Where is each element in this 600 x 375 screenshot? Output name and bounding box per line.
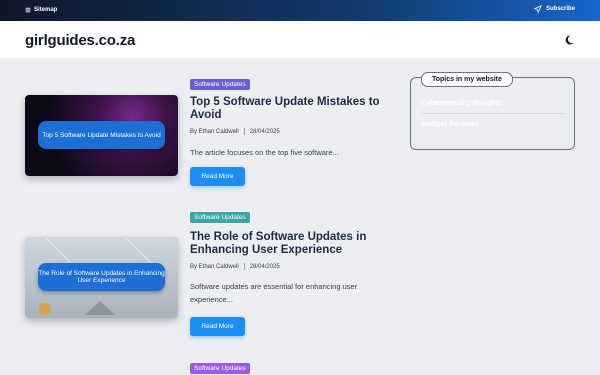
read-more-button[interactable]: Read More (190, 317, 245, 336)
divider (421, 113, 564, 114)
post-meta: By Ethan Caldwell 28/04/2025 (190, 263, 280, 270)
post-author: By Ethan Caldwell (190, 263, 239, 270)
meta-divider (243, 128, 245, 135)
topic-link[interactable]: Gadget Reviews (421, 119, 479, 128)
moon-icon[interactable] (563, 34, 575, 46)
post-title[interactable]: The Role of Software Updates in Enhancin… (190, 231, 380, 257)
thumbnail-caption: The Role of Software Updates in Enhancin… (38, 263, 165, 291)
post-meta: By Ethan Caldwell 28/04/2025 (190, 128, 280, 135)
widget-heading: Topics in my website (421, 72, 513, 87)
post-date: 28/04/2025 (249, 263, 280, 270)
post-title[interactable]: Top 5 Software Update Mistakes to Avoid (190, 96, 380, 122)
site-header: girlguides.co.za (0, 21, 600, 58)
meta-divider (243, 263, 245, 270)
post-date: 28/04/2025 (249, 128, 280, 135)
subscribe-link[interactable]: Subscribe (533, 5, 575, 13)
thumbnail-caption: Top 5 Software Update Mistakes to Avoid (38, 121, 165, 149)
post-author: By Ethan Caldwell (190, 128, 239, 135)
category-tag[interactable]: Software Updates (190, 79, 250, 90)
post-excerpt: The article focuses on the top five soft… (190, 148, 339, 157)
site-logo[interactable]: girlguides.co.za (25, 32, 135, 49)
post-thumbnail[interactable]: Top 5 Software Update Mistakes to Avoid (25, 95, 178, 176)
sitemap-icon (25, 7, 31, 13)
sitemap-label: Sitemap (34, 7, 58, 13)
top-bar: Sitemap Subscribe (0, 0, 600, 21)
post-thumbnail[interactable]: The Role of Software Updates in Enhancin… (25, 237, 178, 318)
send-icon (533, 5, 542, 13)
read-more-button[interactable]: Read More (190, 167, 245, 186)
post-excerpt: Software updates are essential for enhan… (190, 282, 358, 304)
topic-link[interactable]: Cybersecurity Insights (421, 98, 502, 107)
category-tag[interactable]: Software Updates (190, 212, 250, 223)
sitemap-link[interactable]: Sitemap (25, 7, 57, 13)
subscribe-label: Subscribe (545, 6, 575, 12)
category-tag[interactable]: Software Updates (190, 363, 250, 374)
topics-widget: Topics in my website Cybersecurity Insig… (410, 72, 575, 150)
